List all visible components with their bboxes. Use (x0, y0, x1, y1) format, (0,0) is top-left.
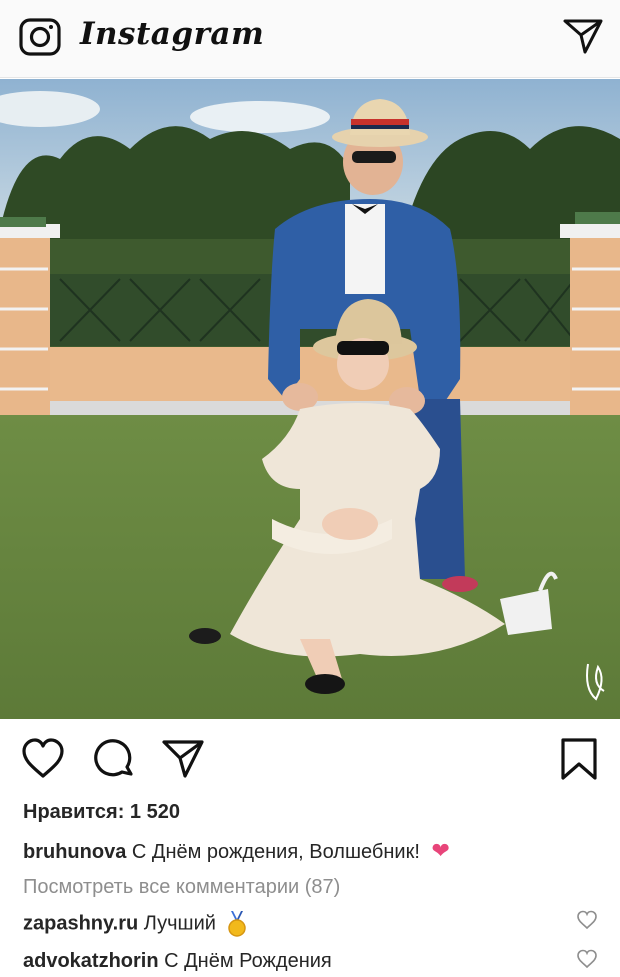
photo-illustration (0, 79, 620, 719)
comment-like-icon[interactable] (576, 949, 598, 969)
medal-icon (227, 911, 246, 937)
comment-text: С Днём Рождения (164, 950, 332, 972)
like-icon[interactable] (20, 736, 66, 782)
comment-like-icon[interactable] (576, 910, 598, 930)
comment-text: Лучший (143, 912, 216, 935)
share-icon[interactable] (160, 736, 206, 782)
heart-emoji: ❤ (431, 838, 450, 863)
comment-username[interactable]: advokatzhorin (23, 950, 159, 972)
top-bar: Instagram (0, 0, 620, 78)
post-photo[interactable] (0, 79, 620, 719)
comment-item: zapashny.ru Лучший (23, 911, 248, 937)
comment-item: advokatzhorin С Днём Рождения (23, 950, 332, 973)
comment-icon[interactable] (91, 736, 137, 782)
likes-count[interactable]: Нравится: 1 520 (23, 801, 180, 824)
view-all-comments-link[interactable]: Посмотреть все комментарии (87) (23, 876, 340, 899)
post-actions (0, 734, 620, 784)
caption-username[interactable]: bruhunova (23, 841, 126, 863)
app-logo: Instagram (80, 16, 265, 52)
direct-message-icon[interactable] (562, 16, 604, 56)
camera-icon[interactable] (18, 17, 62, 57)
caption-text: С Днём рождения, Волшебник! (131, 841, 420, 863)
save-icon[interactable] (556, 736, 602, 782)
comment-username[interactable]: zapashny.ru (23, 912, 138, 934)
post-caption: bruhunova С Днём рождения, Волшебник! ❤ (23, 838, 450, 864)
